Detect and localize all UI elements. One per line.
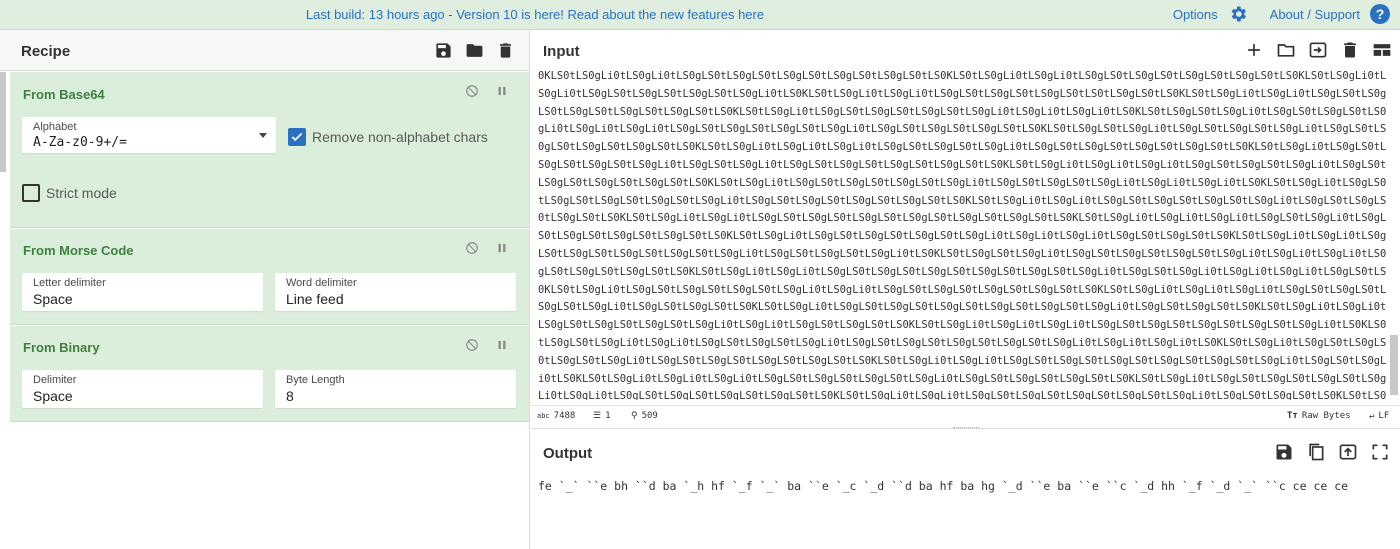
output-header: Output (531, 429, 1400, 474)
op-title: From Morse Code (23, 243, 134, 258)
input-panel: Input 0KLS0tLS0gLi0tLS0gLi0tLS0gLS0tLS0g… (531, 30, 1400, 428)
replace-input-icon[interactable] (1338, 442, 1358, 462)
letter-delimiter-value: Space (33, 291, 73, 307)
trash-icon[interactable] (1340, 40, 1360, 60)
output-title: Output (543, 445, 593, 462)
output-textarea[interactable]: fe `_` ``e bh ``d ba `_h hf `_f `_` ba `… (538, 479, 1388, 493)
checkbox-empty-icon[interactable] (22, 184, 40, 202)
build-notice-text: Last build: 13 hours ago - Version 10 is… (305, 7, 739, 22)
byte-length-label: Byte Length (286, 374, 345, 386)
chevron-down-icon (259, 133, 267, 138)
input-header: Input (531, 30, 1400, 70)
cursor-position: ⚲ 509 (631, 411, 658, 421)
delimiter-field[interactable]: Delimiter Space (22, 370, 263, 408)
pause-icon[interactable] (495, 84, 509, 98)
lines-icon: ☰ (593, 411, 602, 421)
delimiter-value: Space (33, 388, 73, 404)
save-icon[interactable] (434, 41, 453, 60)
checkmark-icon[interactable] (288, 128, 306, 146)
byte-length-value: 8 (286, 388, 294, 404)
return-arrow-icon: ↵ (1369, 411, 1375, 421)
op-from-morse-code: From Morse Code Letter delimiter Space W… (10, 229, 529, 325)
layout-icon[interactable] (1372, 40, 1392, 60)
abc-icon: abc (537, 412, 550, 420)
add-icon[interactable] (1244, 40, 1264, 60)
disable-icon[interactable] (465, 84, 479, 98)
recipe-panel: Recipe From Base64 Alphabet A-Za-z0-9+/=… (0, 30, 530, 549)
line-count: ☰ 1 (593, 411, 611, 421)
trash-icon[interactable] (496, 41, 515, 60)
banner-actions: Options About / Support ? (1173, 4, 1390, 24)
alphabet-select[interactable]: Alphabet A-Za-z0-9+/= (22, 117, 276, 153)
alphabet-label: Alphabet (33, 121, 77, 133)
op-from-binary: From Binary Delimiter Space Byte Length … (10, 326, 529, 422)
options-link[interactable]: Options (1173, 7, 1218, 22)
line-count-value: 1 (605, 411, 611, 421)
eol-selector[interactable]: ↵ LF (1369, 411, 1389, 421)
disable-icon[interactable] (465, 338, 479, 352)
pause-icon[interactable] (495, 338, 509, 352)
alphabet-value: A-Za-z0-9+/= (33, 135, 127, 150)
char-count: abc 7488 (537, 411, 575, 421)
input-file-icon[interactable] (1308, 40, 1328, 60)
text-format-icon: Tт (1287, 411, 1298, 421)
input-scrollbar[interactable] (1390, 335, 1398, 395)
font-selector-value: Raw Bytes (1301, 411, 1351, 421)
delimiter-label: Delimiter (33, 374, 77, 386)
strict-mode-label: Strict mode (46, 185, 117, 201)
strict-mode-checkbox[interactable]: Strict mode (22, 184, 117, 202)
op-title: From Base64 (23, 87, 105, 102)
about-support-link[interactable]: About / Support (1270, 7, 1360, 22)
remove-nonalpha-checkbox[interactable]: Remove non-alphabet chars (288, 128, 488, 146)
word-delimiter-label: Word delimiter (286, 277, 357, 289)
input-textarea[interactable]: 0KLS0tLS0gLi0tLS0gLi0tLS0gLS0tLS0gLS0tLS… (538, 68, 1390, 400)
top-banner: Last build: 13 hours ago - Version 10 is… (0, 0, 1400, 30)
op-from-base64: From Base64 Alphabet A-Za-z0-9+/= Remove… (10, 72, 529, 228)
recipe-header: Recipe (0, 30, 529, 71)
output-panel: Output fe `_` ``e bh ``d ba `_h hf `_f `… (531, 427, 1400, 549)
maximize-icon[interactable] (1370, 442, 1390, 462)
remove-nonalpha-label: Remove non-alphabet chars (312, 129, 488, 145)
folder-icon[interactable] (465, 41, 484, 60)
op-title: From Binary (23, 340, 100, 355)
letter-delimiter-field[interactable]: Letter delimiter Space (22, 273, 263, 311)
save-icon[interactable] (1274, 442, 1294, 462)
input-status-bar: abc 7488 ☰ 1 ⚲ 509 Tт Raw Bytes ↵ LF (531, 405, 1400, 427)
word-delimiter-value: Line feed (286, 291, 344, 307)
char-count-value: 7488 (553, 411, 576, 421)
location-pin-icon: ⚲ (631, 411, 638, 421)
byte-length-field[interactable]: Byte Length 8 (275, 370, 516, 408)
disable-icon[interactable] (465, 241, 479, 255)
open-folder-icon[interactable] (1276, 40, 1296, 60)
font-selector[interactable]: Tт Raw Bytes (1287, 411, 1351, 421)
word-delimiter-field[interactable]: Word delimiter Line feed (275, 273, 516, 311)
letter-delimiter-label: Letter delimiter (33, 277, 106, 289)
copy-icon[interactable] (1306, 442, 1326, 462)
input-title: Input (543, 43, 580, 60)
gear-icon[interactable] (1228, 4, 1248, 24)
cursor-position-value: 509 (641, 411, 658, 421)
recipe-scrollbar[interactable] (0, 72, 6, 172)
pause-icon[interactable] (495, 241, 509, 255)
eol-value: LF (1378, 411, 1390, 421)
release-notes-link[interactable]: here (738, 7, 764, 22)
recipe-title: Recipe (21, 43, 71, 60)
help-icon[interactable]: ? (1370, 4, 1390, 24)
build-notice: Last build: 13 hours ago - Version 10 is… (0, 7, 1070, 22)
